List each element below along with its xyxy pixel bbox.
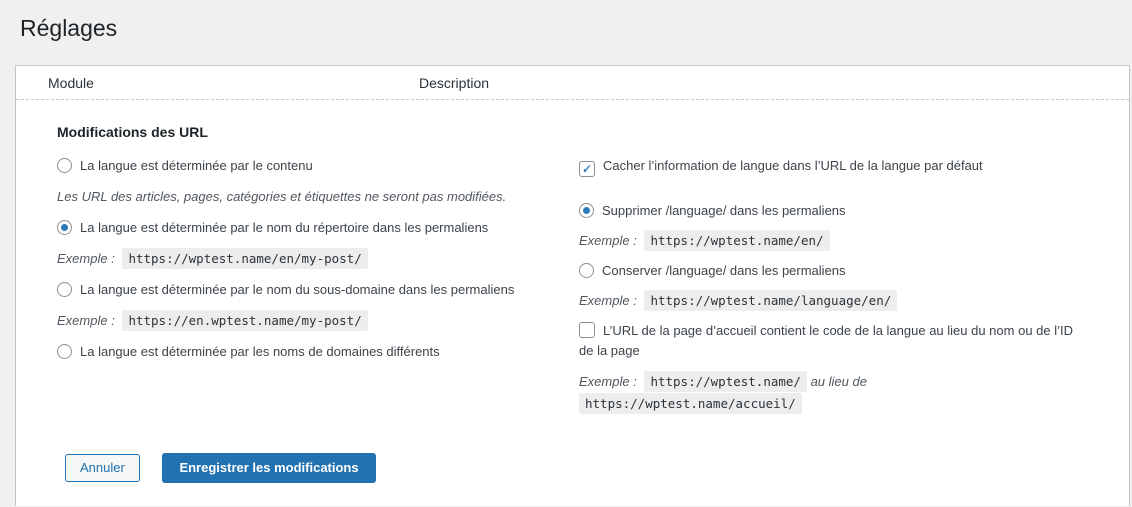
url-mode-column: Modifications des URL La langue est déte… (57, 124, 579, 373)
example-label: Exemple : (579, 293, 637, 308)
radio-option-directory-mode[interactable]: La langue est déterminée par le nom du r… (57, 218, 579, 238)
keep-language-example: Exemple : https://wptest.name/language/e… (579, 290, 1089, 311)
checkbox-hide-default-language[interactable]: ✓ Cacher l’information de langue dans l’U… (579, 156, 1089, 177)
url-modifications-module: Modifications des URL La langue est déte… (16, 100, 1129, 483)
radio-icon[interactable] (57, 282, 72, 297)
table-header-row: Module Description (16, 66, 1129, 100)
radio-checked-icon[interactable] (579, 203, 594, 218)
radio-label: Conserver /language/ dans les permaliens (602, 263, 846, 278)
column-header-module[interactable]: Module (48, 66, 94, 100)
example-url: https://wptest.name/en/ (644, 230, 830, 251)
radio-label: La langue est déterminée par le contenu (80, 158, 313, 173)
cancel-button[interactable]: Annuler (65, 454, 140, 482)
radio-icon[interactable] (57, 158, 72, 173)
save-changes-button[interactable]: Enregistrer les modifications (162, 453, 376, 483)
radio-label: La langue est déterminée par le nom du r… (80, 220, 489, 235)
page-title: Réglages (20, 15, 118, 41)
example-url: https://wptest.name/ (644, 371, 807, 392)
example-label: Exemple : (579, 374, 637, 389)
radio-option-subdomain-mode[interactable]: La langue est déterminée par le nom du s… (57, 280, 579, 300)
radio-option-keep-language-slug[interactable]: Conserver /language/ dans les permaliens (579, 261, 1089, 281)
radio-option-domains-mode[interactable]: La langue est déterminée par les noms de… (57, 342, 579, 362)
example-url: https://wptest.name/language/en/ (644, 290, 898, 311)
checkbox-checked-icon[interactable]: ✓ (579, 161, 595, 177)
homepage-code-example: Exemple : https://wptest.name/ au lieu d… (579, 371, 1089, 415)
section-heading: Modifications des URL (57, 124, 208, 140)
example-label: Exemple : (579, 233, 637, 248)
remove-language-example: Exemple : https://wptest.name/en/ (579, 230, 1089, 251)
content-mode-note: Les URL des articles, pages, catégories … (57, 189, 507, 204)
subdomain-example: Exemple : https://en.wptest.name/my-post… (57, 310, 579, 331)
example-middle-text: au lieu de (810, 374, 867, 389)
example-url: https://en.wptest.name/my-post/ (122, 310, 368, 331)
checkbox-label: Cacher l’information de langue dans l’UR… (603, 158, 983, 173)
radio-option-content-mode[interactable]: La langue est déterminée par le contenu (57, 156, 579, 176)
example-url-alt: https://wptest.name/accueil/ (579, 393, 802, 414)
checkbox-homepage-language-code[interactable]: L’URL de la page d’accueil contient le c… (579, 321, 1089, 361)
directory-example: Exemple : https://wptest.name/en/my-post… (57, 248, 579, 269)
form-actions: Annuler Enregistrer les modifications (65, 453, 1089, 483)
radio-icon[interactable] (57, 344, 72, 359)
checkbox-unchecked-icon[interactable] (579, 322, 595, 338)
example-label: Exemple : (57, 251, 115, 266)
example-url: https://wptest.name/en/my-post/ (122, 248, 368, 269)
radio-label: Supprimer /language/ dans les permaliens (602, 203, 846, 218)
checkmark-icon: ✓ (581, 162, 593, 176)
radio-icon[interactable] (579, 263, 594, 278)
radio-label: La langue est déterminée par les noms de… (80, 344, 440, 359)
column-header-description[interactable]: Description (419, 66, 489, 100)
radio-label: La langue est déterminée par le nom du s… (80, 282, 515, 297)
radio-checked-icon[interactable] (57, 220, 72, 235)
settings-table-panel: Module Description Modifications des URL… (15, 65, 1130, 506)
example-label: Exemple : (57, 313, 115, 328)
checkbox-label: L’URL de la page d’accueil contient le c… (579, 323, 1074, 358)
url-details-column: ✓ Cacher l’information de langue dans l’U… (579, 124, 1089, 425)
radio-option-remove-language-slug[interactable]: Supprimer /language/ dans les permaliens (579, 201, 1089, 221)
